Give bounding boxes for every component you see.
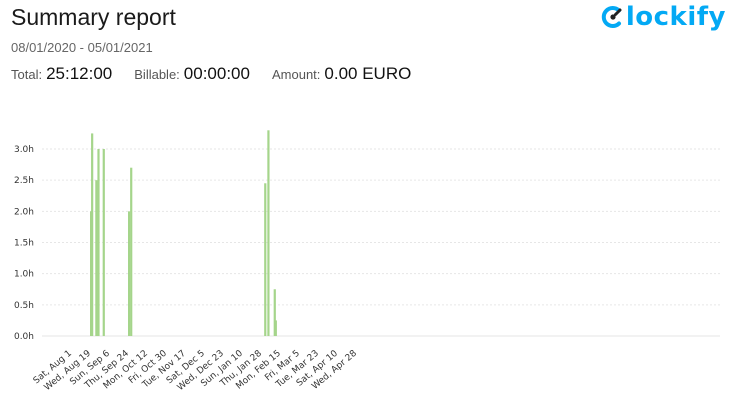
billable-label: Billable: [134, 67, 180, 82]
total-group: Total: 25:12:00 [11, 64, 112, 84]
date-range: 08/01/2020 - 05/01/2021 [11, 40, 153, 55]
total-label: Total: [11, 67, 43, 82]
y-tick-label: 1.5h [14, 239, 34, 249]
page-title: Summary report [11, 4, 176, 30]
bar [130, 167, 133, 336]
bar [274, 320, 277, 336]
billable-value: 00:00:00 [183, 64, 250, 83]
y-tick-label: 0.5h [14, 301, 34, 311]
total-value: 25:12:00 [46, 64, 113, 83]
bar [102, 149, 105, 336]
amount-label: Amount: [271, 67, 321, 82]
clockify-logo-icon [601, 6, 622, 28]
y-tick-label: 1.0h [14, 270, 34, 280]
totals-bar: Total: 25:12:00 Billable: 00:00:00 Amoun… [11, 64, 433, 84]
y-tick-label: 2.5h [14, 176, 34, 186]
time-chart: 0.0h0.5h1.0h1.5h2.0h2.5h3.0hSat, Aug 1We… [14, 130, 720, 393]
bar [264, 183, 267, 336]
clockify-logo: lockify [601, 2, 726, 32]
billable-group: Billable: 00:00:00 [134, 64, 250, 84]
y-tick-label: 0.0h [14, 332, 34, 342]
amount-value: 0.00 EURO [324, 64, 412, 83]
bar [128, 211, 131, 336]
logo-text: lockify [625, 2, 726, 32]
y-tick-label: 3.0h [14, 145, 34, 155]
bar [267, 130, 270, 336]
bar [97, 149, 100, 336]
y-tick-label: 2.0h [14, 207, 34, 217]
bar [91, 133, 94, 336]
amount-group: Amount: 0.00 EURO [272, 64, 411, 84]
bar [95, 180, 98, 336]
